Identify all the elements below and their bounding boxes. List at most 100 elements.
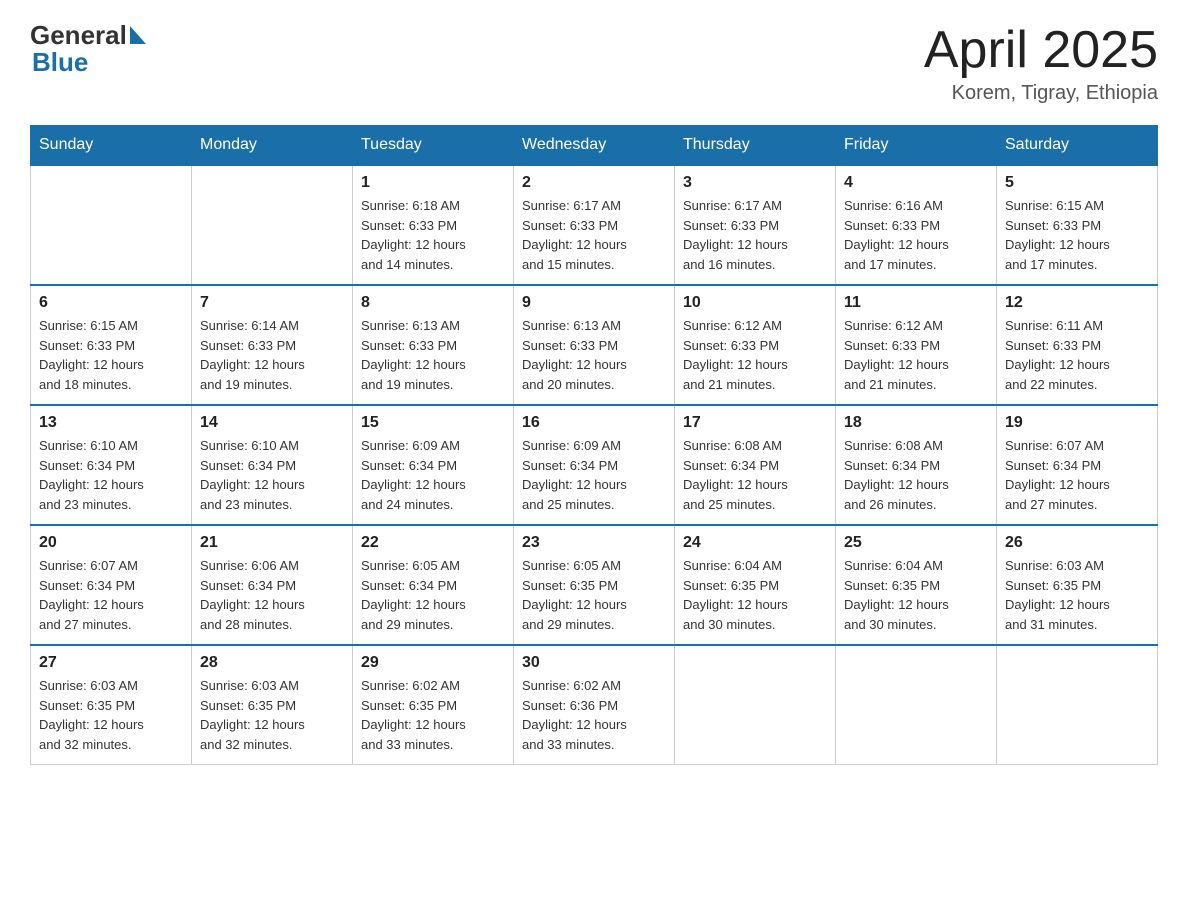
day-number: 2 [522, 174, 666, 192]
day-cell: 9 Sunrise: 6:13 AM Sunset: 6:33 PM Daylig… [514, 285, 675, 405]
calendar-table: SundayMondayTuesdayWednesdayThursdayFrid… [30, 125, 1158, 765]
day-cell: 28Sunrise: 6:03 AM Sunset: 6:35 PM Dayli… [192, 645, 353, 765]
day-number: 7 [200, 294, 344, 312]
day-info: Sunrise: 6:07 AM Sunset: 6:34 PM Dayligh… [1005, 436, 1149, 514]
week-row-1: 1 Sunrise: 6:18 AM Sunset: 6:33 PM Daylig… [31, 165, 1158, 285]
day-info: Sunrise: 6:03 AM Sunset: 6:35 PM Dayligh… [1005, 556, 1149, 634]
day-cell: 17 Sunrise: 6:08 AM Sunset: 6:34 PM Dayli… [675, 405, 836, 525]
day-cell: 30 Sunrise: 6:02 AM Sunset: 6:36 PM Dayli… [514, 645, 675, 765]
day-cell: 23 Sunrise: 6:05 AM Sunset: 6:35 PM Dayli… [514, 525, 675, 645]
day-number: 9 [522, 294, 666, 312]
day-number: 22 [361, 534, 505, 552]
day-cell: 26 Sunrise: 6:03 AM Sunset: 6:35 PM Dayli… [997, 525, 1158, 645]
header-cell-tuesday: Tuesday [353, 126, 514, 166]
month-title: April 2025 [924, 20, 1158, 80]
day-number: 27 [39, 654, 183, 672]
day-info: Sunrise: 6:03 AM Sunset: 6:35 PM Dayligh… [39, 676, 183, 754]
day-info: Sunrise: 6:10 AM Sunset: 6:34 PM Dayligh… [200, 436, 344, 514]
day-cell: 19Sunrise: 6:07 AM Sunset: 6:34 PM Dayli… [997, 405, 1158, 525]
day-info: Sunrise: 6:13 AM Sunset: 6:33 PM Dayligh… [522, 316, 666, 394]
day-number: 20 [39, 534, 183, 552]
day-info: Sunrise: 6:11 AM Sunset: 6:33 PM Dayligh… [1005, 316, 1149, 394]
header-cell-wednesday: Wednesday [514, 126, 675, 166]
day-number: 3 [683, 174, 827, 192]
day-cell: 1 Sunrise: 6:18 AM Sunset: 6:33 PM Daylig… [353, 165, 514, 285]
day-info: Sunrise: 6:07 AM Sunset: 6:34 PM Dayligh… [39, 556, 183, 634]
day-cell: 25Sunrise: 6:04 AM Sunset: 6:35 PM Dayli… [836, 525, 997, 645]
day-number: 16 [522, 414, 666, 432]
day-number: 23 [522, 534, 666, 552]
day-number: 21 [200, 534, 344, 552]
day-number: 13 [39, 414, 183, 432]
day-cell [836, 645, 997, 765]
day-cell: 7 Sunrise: 6:14 AM Sunset: 6:33 PM Daylig… [192, 285, 353, 405]
day-cell: 3 Sunrise: 6:17 AM Sunset: 6:33 PM Daylig… [675, 165, 836, 285]
day-cell: 4 Sunrise: 6:16 AM Sunset: 6:33 PM Daylig… [836, 165, 997, 285]
day-cell: 15Sunrise: 6:09 AM Sunset: 6:34 PM Dayli… [353, 405, 514, 525]
day-info: Sunrise: 6:08 AM Sunset: 6:34 PM Dayligh… [844, 436, 988, 514]
day-cell: 27 Sunrise: 6:03 AM Sunset: 6:35 PM Dayli… [31, 645, 192, 765]
day-cell: 10Sunrise: 6:12 AM Sunset: 6:33 PM Dayli… [675, 285, 836, 405]
day-cell: 12 Sunrise: 6:11 AM Sunset: 6:33 PM Dayli… [997, 285, 1158, 405]
header-cell-sunday: Sunday [31, 126, 192, 166]
calendar-header: SundayMondayTuesdayWednesdayThursdayFrid… [31, 126, 1158, 166]
day-cell: 20 Sunrise: 6:07 AM Sunset: 6:34 PM Dayli… [31, 525, 192, 645]
day-number: 28 [200, 654, 344, 672]
day-info: Sunrise: 6:17 AM Sunset: 6:33 PM Dayligh… [683, 196, 827, 274]
day-info: Sunrise: 6:05 AM Sunset: 6:35 PM Dayligh… [522, 556, 666, 634]
day-number: 1 [361, 174, 505, 192]
logo: General Blue [30, 20, 146, 78]
day-cell: 24Sunrise: 6:04 AM Sunset: 6:35 PM Dayli… [675, 525, 836, 645]
day-cell: 2 Sunrise: 6:17 AM Sunset: 6:33 PM Daylig… [514, 165, 675, 285]
page-header: General Blue April 2025 Korem, Tigray, E… [30, 20, 1158, 105]
day-info: Sunrise: 6:10 AM Sunset: 6:34 PM Dayligh… [39, 436, 183, 514]
day-info: Sunrise: 6:02 AM Sunset: 6:36 PM Dayligh… [522, 676, 666, 754]
week-row-4: 20 Sunrise: 6:07 AM Sunset: 6:34 PM Dayli… [31, 525, 1158, 645]
day-info: Sunrise: 6:09 AM Sunset: 6:34 PM Dayligh… [522, 436, 666, 514]
day-number: 17 [683, 414, 827, 432]
day-number: 5 [1005, 174, 1149, 192]
location-subtitle: Korem, Tigray, Ethiopia [924, 82, 1158, 105]
logo-triangle-icon [130, 26, 146, 44]
day-cell: 11Sunrise: 6:12 AM Sunset: 6:33 PM Dayli… [836, 285, 997, 405]
day-info: Sunrise: 6:17 AM Sunset: 6:33 PM Dayligh… [522, 196, 666, 274]
day-cell: 16 Sunrise: 6:09 AM Sunset: 6:34 PM Dayli… [514, 405, 675, 525]
day-info: Sunrise: 6:02 AM Sunset: 6:35 PM Dayligh… [361, 676, 505, 754]
day-info: Sunrise: 6:16 AM Sunset: 6:33 PM Dayligh… [844, 196, 988, 274]
day-cell [31, 165, 192, 285]
day-number: 6 [39, 294, 183, 312]
title-section: April 2025 Korem, Tigray, Ethiopia [924, 20, 1158, 105]
calendar-body: 1 Sunrise: 6:18 AM Sunset: 6:33 PM Daylig… [31, 165, 1158, 765]
header-cell-thursday: Thursday [675, 126, 836, 166]
day-cell: 14Sunrise: 6:10 AM Sunset: 6:34 PM Dayli… [192, 405, 353, 525]
day-number: 26 [1005, 534, 1149, 552]
day-number: 30 [522, 654, 666, 672]
logo-blue-text: Blue [32, 47, 88, 78]
day-number: 8 [361, 294, 505, 312]
day-number: 25 [844, 534, 988, 552]
day-number: 11 [844, 294, 988, 312]
day-info: Sunrise: 6:12 AM Sunset: 6:33 PM Dayligh… [683, 316, 827, 394]
day-cell: 29 Sunrise: 6:02 AM Sunset: 6:35 PM Dayli… [353, 645, 514, 765]
day-info: Sunrise: 6:06 AM Sunset: 6:34 PM Dayligh… [200, 556, 344, 634]
day-cell: 21 Sunrise: 6:06 AM Sunset: 6:34 PM Dayli… [192, 525, 353, 645]
day-info: Sunrise: 6:13 AM Sunset: 6:33 PM Dayligh… [361, 316, 505, 394]
header-cell-saturday: Saturday [997, 126, 1158, 166]
day-cell: 5Sunrise: 6:15 AM Sunset: 6:33 PM Daylig… [997, 165, 1158, 285]
day-cell: 6 Sunrise: 6:15 AM Sunset: 6:33 PM Daylig… [31, 285, 192, 405]
day-number: 24 [683, 534, 827, 552]
day-cell: 13 Sunrise: 6:10 AM Sunset: 6:34 PM Dayli… [31, 405, 192, 525]
day-number: 4 [844, 174, 988, 192]
day-info: Sunrise: 6:14 AM Sunset: 6:33 PM Dayligh… [200, 316, 344, 394]
week-row-3: 13 Sunrise: 6:10 AM Sunset: 6:34 PM Dayli… [31, 405, 1158, 525]
header-cell-friday: Friday [836, 126, 997, 166]
day-info: Sunrise: 6:08 AM Sunset: 6:34 PM Dayligh… [683, 436, 827, 514]
day-number: 12 [1005, 294, 1149, 312]
day-cell [675, 645, 836, 765]
day-cell [192, 165, 353, 285]
day-cell: 8 Sunrise: 6:13 AM Sunset: 6:33 PM Daylig… [353, 285, 514, 405]
day-info: Sunrise: 6:18 AM Sunset: 6:33 PM Dayligh… [361, 196, 505, 274]
day-cell [997, 645, 1158, 765]
day-number: 29 [361, 654, 505, 672]
day-info: Sunrise: 6:15 AM Sunset: 6:33 PM Dayligh… [39, 316, 183, 394]
